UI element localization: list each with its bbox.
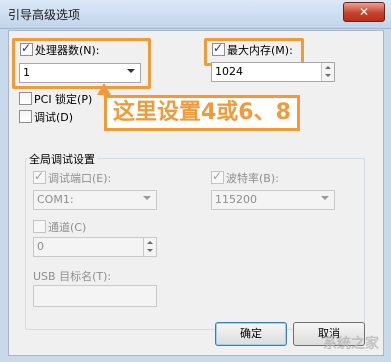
debug-label: 调试(D) xyxy=(34,111,74,124)
debug-checkbox[interactable] xyxy=(19,110,32,123)
debug-port-select[interactable]: COM1: xyxy=(33,190,157,210)
max-memory-input[interactable]: 1024 xyxy=(211,62,335,82)
debug-port-checkbox[interactable] xyxy=(33,169,46,184)
callout-annotation: 这里设置4或6、8 xyxy=(104,95,300,131)
usb-target-input[interactable] xyxy=(33,285,157,307)
usb-target-label: USB 目标名(T): xyxy=(33,270,112,283)
baud-rate-checkbox[interactable] xyxy=(211,169,224,184)
max-memory-value: 1024 xyxy=(215,65,243,78)
watermark-logo: 系统之家 xyxy=(323,336,379,352)
spin-up-icon xyxy=(325,66,331,69)
title-bar: 引导高级选项 ✕ xyxy=(0,0,391,29)
processors-select[interactable]: 1 xyxy=(19,63,141,83)
max-memory-label: 最大内存(M): xyxy=(227,44,293,57)
processors-label: 处理器数(N): xyxy=(35,44,100,57)
chevron-down-icon xyxy=(321,196,329,200)
pci-lock-checkbox[interactable] xyxy=(19,92,32,105)
baud-rate-label: 波特率(B): xyxy=(226,172,279,185)
baud-rate-value: 115200 xyxy=(215,193,257,206)
channel-input[interactable]: 0 xyxy=(33,237,157,257)
channel-value: 0 xyxy=(37,240,44,253)
debug-port-label: 调试端口(E): xyxy=(48,172,112,185)
channel-label: 通道(C) xyxy=(48,221,87,234)
debug-port-value: COM1: xyxy=(37,193,74,206)
pci-lock-label: PCI 锁定(P) xyxy=(34,93,93,106)
ok-button[interactable]: 确定 xyxy=(215,322,287,346)
spin-down-icon xyxy=(325,74,331,77)
dialog-body: 处理器数(N): 1 最大内存(M): 1024 这里设置4或6、8 PCI 锁… xyxy=(8,30,384,356)
processors-checkbox[interactable] xyxy=(20,41,33,56)
spin-up-icon xyxy=(147,241,153,244)
chevron-down-icon xyxy=(127,69,135,73)
global-debug-title: 全局调试设置 xyxy=(27,151,97,167)
callout-arrow xyxy=(97,83,111,95)
baud-rate-select[interactable]: 115200 xyxy=(211,190,335,210)
chevron-down-icon xyxy=(143,196,151,200)
spin-down-icon xyxy=(147,249,153,252)
max-memory-checkbox[interactable] xyxy=(212,41,225,56)
max-memory-spinner[interactable] xyxy=(321,63,334,81)
channel-spinner[interactable] xyxy=(143,238,156,256)
close-button[interactable]: ✕ xyxy=(343,2,385,22)
processors-value: 1 xyxy=(23,66,30,79)
close-icon: ✕ xyxy=(358,5,370,19)
channel-checkbox[interactable] xyxy=(33,220,46,233)
window-title: 引导高级选项 xyxy=(8,8,81,22)
